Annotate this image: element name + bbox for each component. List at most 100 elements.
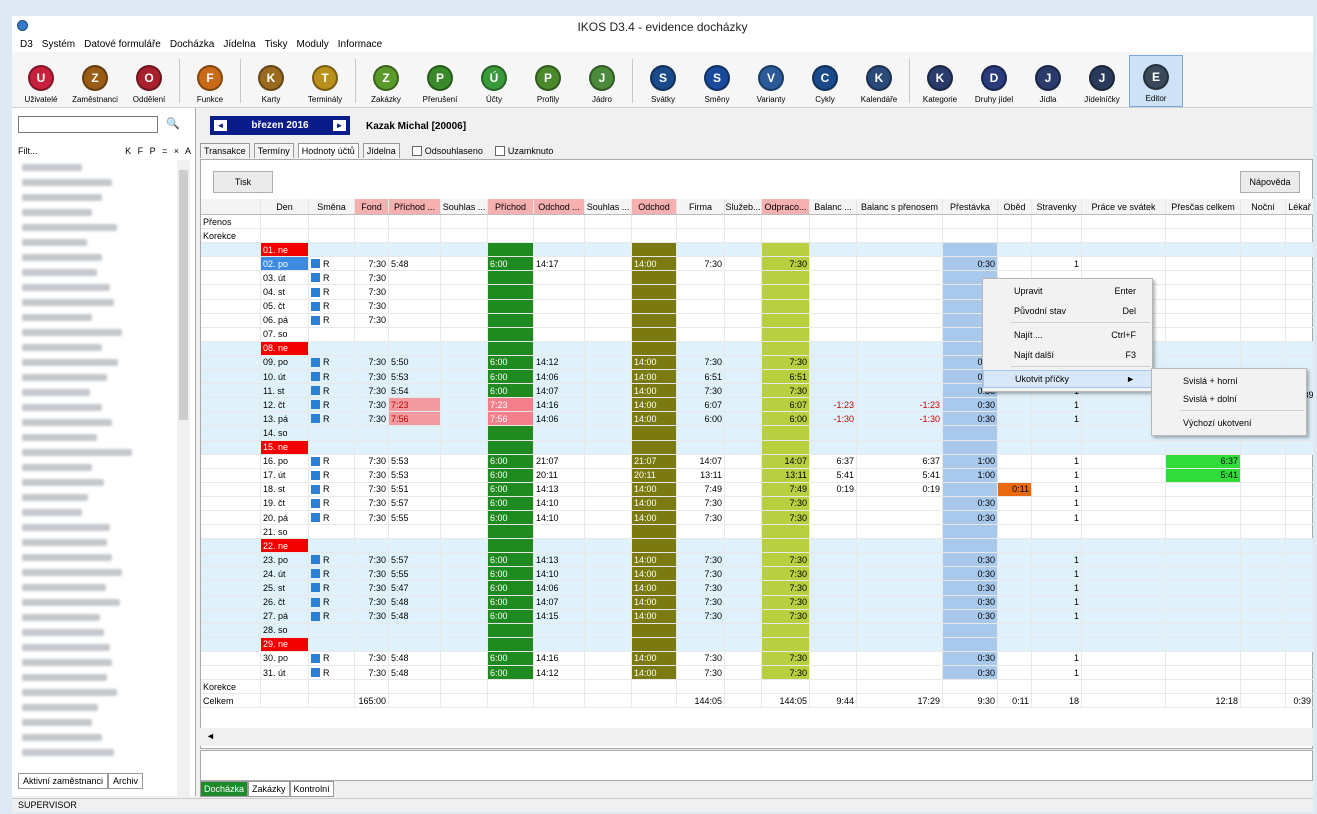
next-month-button[interactable]: ► bbox=[332, 120, 346, 131]
menu-d3[interactable]: D3 bbox=[20, 39, 33, 50]
toolbar-jidelnicky-button[interactable]: J Jídelníčky bbox=[1075, 55, 1129, 107]
menu-item-najit[interactable]: Najít ... Ctrl+F bbox=[983, 326, 1152, 344]
toolbar-editor-button[interactable]: E Editor bbox=[1129, 55, 1183, 107]
toolbar-profily-button[interactable]: P Profily bbox=[521, 55, 575, 107]
column-header-fond[interactable]: Fond bbox=[355, 199, 389, 214]
menu-item-ukotvit-pricky[interactable]: Ukotvit příčky ► bbox=[983, 370, 1152, 388]
tab-dochazka[interactable]: Docházka bbox=[200, 781, 249, 797]
tab-hodnoty-uctu[interactable]: Hodnoty účtů bbox=[297, 143, 359, 158]
uzamknuto-checkbox[interactable]: Uzamknuto bbox=[494, 145, 553, 156]
day-row[interactable]: 01. ne bbox=[201, 243, 1313, 258]
day-row[interactable]: 20. pá R 7:30 5:55 6:00 14:10 14:00 7:30 7:30 0:3… bbox=[201, 510, 1313, 526]
toolbar-jidla-button[interactable]: J Jídla bbox=[1021, 55, 1075, 107]
employee-list-item[interactable] bbox=[18, 670, 176, 685]
toolbar-oddeleni-button[interactable]: O Oddělení bbox=[122, 55, 176, 107]
menu-tisky[interactable]: Tisky bbox=[265, 39, 288, 50]
employee-list-item[interactable] bbox=[18, 610, 176, 625]
toolbar-zamestnanci-button[interactable]: Z Zaměstnanci bbox=[68, 55, 122, 107]
employee-list-item[interactable] bbox=[18, 730, 176, 745]
employee-list-item[interactable] bbox=[18, 265, 176, 280]
column-header-prestavka[interactable]: Přestávka bbox=[943, 199, 998, 214]
employee-list-item[interactable] bbox=[18, 625, 176, 640]
day-row[interactable]: 14. so bbox=[201, 426, 1313, 441]
employee-list-item[interactable] bbox=[18, 280, 176, 295]
tab-aktivni-zamestnanci[interactable]: Aktivní zaměstnanci bbox=[18, 773, 109, 789]
employee-list-item[interactable] bbox=[18, 640, 176, 655]
column-header-balanc[interactable]: Balanc ... bbox=[810, 199, 857, 214]
print-button[interactable]: Tisk bbox=[213, 171, 273, 193]
column-header-sluzeb[interactable]: Služeb... bbox=[725, 199, 762, 214]
submenu-item-vychozi-ukotveni[interactable]: Výchozí ukotvení bbox=[1152, 414, 1306, 432]
column-header-firma[interactable]: Firma bbox=[677, 199, 725, 214]
tab-kontrolni[interactable]: Kontrolní bbox=[289, 781, 334, 797]
menu-datove-formulare[interactable]: Datové formuláře bbox=[84, 39, 161, 50]
tab-transakce[interactable]: Transakce bbox=[200, 143, 250, 158]
menu-dochazka[interactable]: Docházka bbox=[170, 39, 214, 50]
column-header-souhlas[interactable]: Souhlas ... bbox=[441, 199, 488, 214]
binoculars-icon[interactable]: 🔍 bbox=[166, 117, 180, 130]
column-header-lekar[interactable]: Lékař bbox=[1286, 199, 1313, 214]
day-row[interactable]: 30. po R 7:30 5:48 6:00 14:16 14:00 7:30 7:30 0:3… bbox=[201, 651, 1313, 666]
employee-list-item[interactable] bbox=[18, 250, 176, 265]
menu-item-upravit[interactable]: Upravit Enter bbox=[983, 282, 1152, 300]
employee-list-item[interactable] bbox=[18, 745, 176, 760]
menu-item-najit-dalsi[interactable]: Najít další F3 bbox=[983, 346, 1152, 364]
day-row[interactable]: 19. čt R 7:30 5:57 6:00 14:10 14:00 7:30 7:30 0:3… bbox=[201, 496, 1313, 511]
employee-list-item[interactable] bbox=[18, 385, 176, 400]
employee-list-item[interactable] bbox=[18, 340, 176, 355]
employee-list-item[interactable] bbox=[18, 700, 176, 715]
toolbar-druhy-jidel-button[interactable]: D Druhy jídel bbox=[967, 55, 1021, 107]
employee-list-item[interactable] bbox=[18, 715, 176, 730]
column-header-prescas-celkem[interactable]: Přesčas celkem bbox=[1166, 199, 1241, 214]
employee-list-item[interactable] bbox=[18, 415, 176, 430]
employee-list-item[interactable] bbox=[18, 535, 176, 550]
prev-month-button[interactable]: ◄ bbox=[214, 120, 227, 131]
employee-list[interactable] bbox=[18, 160, 176, 770]
day-row[interactable]: 17. út R 7:30 5:53 6:00 20:11 20:11 13:11 13:11 5… bbox=[201, 468, 1313, 483]
column-header-lbl[interactable] bbox=[201, 199, 261, 214]
employee-list-item[interactable] bbox=[18, 685, 176, 700]
summary-row[interactable]: Celkem 165:00 144:05 144:05 9:44 17:29 9:30 0:1… bbox=[201, 694, 1313, 709]
menu-moduly[interactable]: Moduly bbox=[297, 39, 329, 50]
summary-row[interactable]: Korekce bbox=[201, 680, 1313, 695]
day-row[interactable]: 21. so bbox=[201, 525, 1313, 540]
column-header-prichod[interactable]: Příchod ... bbox=[389, 199, 441, 214]
day-row[interactable]: 18. st R 7:30 5:51 6:00 14:13 14:00 7:49 7:49 0:1… bbox=[201, 482, 1313, 497]
column-header-prichod[interactable]: Příchod bbox=[488, 199, 534, 214]
day-row[interactable]: 24. út R 7:30 5:55 6:00 14:10 14:00 7:30 7:30 0:3… bbox=[201, 567, 1313, 582]
column-header-odchod[interactable]: Odchod bbox=[632, 199, 677, 214]
employee-list-item[interactable] bbox=[18, 595, 176, 610]
employee-list-scrollbar[interactable] bbox=[177, 160, 190, 800]
employee-list-item[interactable] bbox=[18, 565, 176, 580]
employee-list-item[interactable] bbox=[18, 490, 176, 505]
checkbox-box[interactable] bbox=[494, 145, 505, 156]
toolbar-preruseni-button[interactable]: P Přerušení bbox=[413, 55, 467, 107]
toolbar-svatky-button[interactable]: S Svátky bbox=[636, 55, 690, 107]
submenu-item-svisla-dolni[interactable]: Svislá + dolní bbox=[1152, 390, 1306, 408]
employee-list-item[interactable] bbox=[18, 550, 176, 565]
filter-label[interactable]: Filt... bbox=[18, 146, 38, 156]
employee-list-item[interactable] bbox=[18, 310, 176, 325]
day-row[interactable]: 23. po R 7:30 5:57 6:00 14:13 14:00 7:30 7:30 0:3… bbox=[201, 553, 1313, 568]
column-header-den[interactable]: Den bbox=[261, 199, 309, 214]
filter-tools[interactable]: K F P = × A bbox=[125, 146, 193, 156]
employee-list-item[interactable] bbox=[18, 370, 176, 385]
day-row[interactable]: 28. so bbox=[201, 623, 1313, 638]
toolbar-kalendare-button[interactable]: K Kalendáře bbox=[852, 55, 906, 107]
employee-list-item[interactable] bbox=[18, 175, 176, 190]
menu-item-puvodni-stav[interactable]: Původní stav Del bbox=[983, 302, 1152, 320]
checkbox-box[interactable] bbox=[411, 145, 422, 156]
day-row[interactable]: 29. ne bbox=[201, 637, 1313, 652]
day-row[interactable]: 25. st R 7:30 5:47 6:00 14:06 14:00 7:30 7:30 0:3… bbox=[201, 581, 1313, 596]
day-row[interactable]: 02. po R 7:30 5:48 6:00 14:17 14:00 7:30 7:30 0:3… bbox=[201, 257, 1313, 272]
employee-search-input[interactable] bbox=[18, 116, 158, 133]
employee-list-item[interactable] bbox=[18, 475, 176, 490]
employee-list-item[interactable] bbox=[18, 445, 176, 460]
day-row[interactable]: 22. ne bbox=[201, 539, 1313, 554]
toolbar-kategorie-button[interactable]: K Kategorie bbox=[913, 55, 967, 107]
employee-list-item[interactable] bbox=[18, 235, 176, 250]
horizontal-scrollbar[interactable]: ◄ bbox=[200, 728, 1313, 746]
employee-list-item[interactable] bbox=[18, 520, 176, 535]
menu-system[interactable]: Systém bbox=[42, 39, 75, 50]
toolbar-karty-button[interactable]: K Karty bbox=[244, 55, 298, 107]
